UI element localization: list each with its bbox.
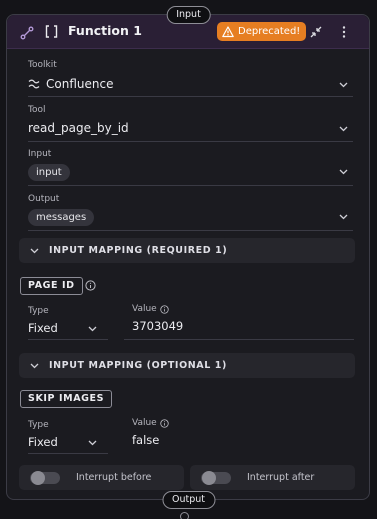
input-field[interactable]: Input input: [28, 149, 353, 186]
input-mapping-required-section[interactable]: INPUT MAPPING (REQUIRED 1): [19, 238, 355, 263]
warning-icon: [222, 25, 234, 37]
output-chip[interactable]: messages: [28, 209, 95, 226]
chevron-down-icon[interactable]: [338, 211, 349, 222]
confluence-icon: [28, 79, 40, 89]
more-vertical-icon[interactable]: [340, 25, 348, 39]
interrupt-before-control[interactable]: Interrupt before: [19, 465, 184, 490]
info-icon[interactable]: [160, 418, 169, 428]
input-mapping-optional-section[interactable]: INPUT MAPPING (OPTIONAL 1): [19, 353, 355, 378]
interrupt-after-label: Interrupt after: [247, 472, 315, 483]
value-label: Value: [132, 418, 169, 428]
deprecated-label: Deprecated!: [238, 26, 301, 37]
type-label: Type: [28, 306, 49, 316]
output-field[interactable]: Output messages: [28, 194, 353, 231]
info-icon[interactable]: [160, 304, 169, 314]
function-bracket-icon: [45, 25, 58, 38]
chevron-down-icon[interactable]: [87, 323, 98, 334]
tool-label: Tool: [28, 105, 46, 115]
chevron-down-icon[interactable]: [87, 437, 98, 448]
collapse-icon[interactable]: [310, 26, 322, 38]
param-tag-page-id: PAGE ID: [20, 277, 83, 295]
toolkit-label: Toolkit: [28, 60, 57, 70]
input-port[interactable]: Input: [166, 6, 211, 24]
toolkit-value: Confluence: [46, 77, 114, 91]
input-label: Input: [28, 149, 52, 159]
info-icon[interactable]: [85, 280, 96, 291]
function-node: Function 1 Deprecated! Toolkit Confluenc…: [6, 14, 370, 500]
type-select-value[interactable]: Fixed: [28, 435, 58, 449]
param-tag-skip-images: SKIP IMAGES: [20, 390, 113, 408]
section-title: INPUT MAPPING (REQUIRED 1): [49, 245, 228, 256]
toolkit-field[interactable]: Toolkit Confluence: [28, 60, 353, 97]
interrupt-before-label: Interrupt before: [76, 472, 152, 483]
interrupt-after-toggle[interactable]: [201, 471, 231, 485]
chevron-down-icon[interactable]: [338, 123, 349, 134]
type-label: Type: [28, 420, 49, 430]
input-chip[interactable]: input: [28, 164, 70, 181]
tool-value: read_page_by_id: [28, 121, 129, 135]
output-port[interactable]: Output: [162, 491, 215, 509]
chevron-down-icon[interactable]: [29, 360, 40, 371]
interrupt-after-control[interactable]: Interrupt after: [190, 465, 355, 490]
output-handle[interactable]: [180, 512, 189, 519]
node-title[interactable]: Function 1: [68, 23, 142, 38]
value-label: Value: [132, 304, 169, 314]
value-input[interactable]: 3703049: [132, 319, 183, 333]
tool-field[interactable]: Tool read_page_by_id: [28, 105, 353, 142]
connector-icon[interactable]: [20, 26, 34, 40]
interrupt-before-toggle[interactable]: [30, 471, 60, 485]
type-select-value[interactable]: Fixed: [28, 321, 58, 335]
section-title: INPUT MAPPING (OPTIONAL 1): [49, 360, 227, 371]
value-input[interactable]: false: [132, 433, 159, 447]
chevron-down-icon[interactable]: [338, 166, 349, 177]
output-label: Output: [28, 194, 60, 204]
chevron-down-icon[interactable]: [29, 245, 40, 256]
chevron-down-icon[interactable]: [338, 79, 349, 90]
deprecated-badge: Deprecated!: [217, 22, 307, 41]
